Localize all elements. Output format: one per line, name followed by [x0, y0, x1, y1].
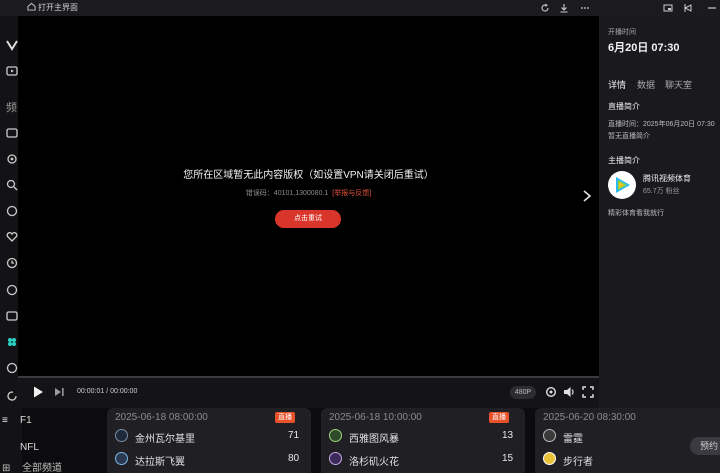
match-team-row: 金州瓦尔基里 71 — [115, 428, 319, 445]
sidebar-item-all-channels[interactable]: ⊞ 全部频道 — [2, 459, 62, 473]
player-controls: 00:00:01 / 00:00:00 480P — [18, 376, 599, 408]
reserve-button[interactable]: 预约 — [690, 437, 720, 455]
match-card[interactable]: 2025-06-18 08:00:00 直播 金州瓦尔基里 71 达拉斯飞翼 8… — [107, 408, 311, 473]
refresh-channel-icon[interactable] — [5, 389, 19, 403]
basketball-icon[interactable] — [5, 361, 19, 375]
tab-chatroom[interactable]: 聊天室 — [665, 78, 692, 91]
volume-icon[interactable] — [562, 385, 576, 399]
mascot-icon[interactable] — [5, 204, 19, 218]
host-description: 精彩体育看我就行 — [608, 210, 664, 217]
pin-icon[interactable] — [683, 3, 693, 13]
vip-icon[interactable] — [5, 38, 19, 52]
settings-gear-icon[interactable] — [544, 385, 558, 399]
search-icon[interactable] — [5, 178, 19, 192]
error-code: 错误码：40101,1300080.1 — [245, 190, 329, 197]
match-time: 2025-06-20 08:30:00 — [543, 412, 636, 423]
match-team-row: 洛杉矶火花 15 — [329, 451, 533, 468]
clock-icon[interactable] — [5, 256, 19, 270]
chevron-right-icon[interactable] — [581, 189, 593, 203]
retry-button[interactable]: 点击重试 — [275, 210, 341, 228]
live-badge: 直播 — [275, 412, 295, 423]
report-feedback-link[interactable]: [举报与反馈] — [332, 190, 371, 197]
tab-details[interactable]: 详情 — [608, 78, 626, 91]
minimize-icon[interactable] — [707, 3, 717, 13]
sidebar-item-all-label: 全部频道 — [22, 463, 62, 473]
team-score: 80 — [288, 453, 300, 464]
pip-icon[interactable] — [663, 3, 673, 13]
team-score: 15 — [502, 453, 514, 464]
sidebar-partial-label: 频 — [6, 102, 17, 114]
host-avatar[interactable] — [608, 171, 636, 199]
team-name: 西雅图风暴 — [349, 434, 399, 445]
detail-panel: 开播时间 6月20日 07:30 详情 数据 聊天室 直播简介 直播时间：202… — [599, 16, 720, 408]
team-logo-icon — [543, 452, 556, 465]
team-score: 71 — [288, 430, 300, 441]
progress-bar[interactable] — [18, 376, 599, 378]
team-name: 步行者 — [563, 457, 593, 468]
team-logo-icon — [329, 429, 342, 442]
open-main-window-button[interactable]: 打开主界面 — [27, 2, 78, 13]
host-name[interactable]: 腾讯视频体育 — [643, 173, 691, 184]
error-code-line: 错误码：40101,1300080.1 [举报与反馈] — [18, 188, 599, 198]
team-name: 达拉斯飞翼 — [135, 457, 185, 468]
match-team-row: 西雅图风暴 13 — [329, 428, 533, 445]
video-icon[interactable] — [5, 64, 19, 78]
video-player[interactable]: 您所在区域暂无此内容版权（如设置VPN请关闭后重试） 错误码：40101,130… — [18, 16, 599, 376]
team-logo-icon — [115, 429, 128, 442]
live-intro-title: 直播简介 — [608, 102, 640, 111]
player-topbar: 打开主界面 — [0, 0, 720, 16]
match-team-row: 达拉斯飞翼 80 — [115, 451, 319, 468]
sports-icon[interactable] — [5, 335, 19, 349]
tv-icon[interactable] — [5, 126, 19, 140]
settings-icon[interactable] — [5, 152, 19, 166]
error-message: 您所在区域暂无此内容版权（如设置VPN请关闭后重试） — [183, 170, 434, 181]
play-icon[interactable] — [31, 385, 45, 399]
open-main-window-label: 打开主界面 — [38, 3, 78, 12]
team-score: 13 — [502, 430, 514, 441]
all-channels-icon: ⊞ — [2, 463, 11, 473]
next-episode-icon[interactable] — [52, 385, 66, 399]
time-display: 00:00:01 / 00:00:00 — [77, 388, 138, 395]
host-intro-title: 主播简介 — [608, 156, 640, 165]
home-icon — [27, 2, 36, 11]
tab-data[interactable]: 数据 — [637, 78, 655, 91]
history-icon[interactable] — [5, 283, 19, 297]
start-time: 6月20日 07:30 — [608, 42, 680, 54]
sidebar-item-nfl[interactable]: NFL — [2, 442, 39, 453]
team-logo-icon — [329, 452, 342, 465]
host-fans: 65.7万 粉丝 — [643, 188, 680, 195]
refresh-icon[interactable] — [540, 3, 550, 13]
sidebar-item-nfl-label: NFL — [20, 442, 39, 453]
more-icon[interactable] — [580, 3, 590, 13]
download-icon[interactable] — [559, 3, 569, 13]
fullscreen-icon[interactable] — [581, 385, 595, 399]
team-logo-icon — [543, 429, 556, 442]
start-time-label: 开播时间 — [608, 29, 636, 36]
heart-icon[interactable] — [5, 230, 19, 244]
live-intro-text: 暂无直播简介 — [608, 133, 650, 140]
team-name: 洛杉矶火花 — [349, 457, 399, 468]
live-time: 直播时间：2025年06月20日 07:30 — [608, 121, 715, 128]
quality-selector[interactable]: 480P — [510, 386, 536, 399]
sidebar-item-f1-label: F1 — [20, 415, 32, 426]
team-name: 金州瓦尔基里 — [135, 434, 195, 445]
f1-logo-icon: ≡ — [2, 415, 8, 426]
sidebar-item-f1[interactable]: ≡ F1 — [2, 415, 42, 426]
team-name: 雷霆 — [563, 434, 583, 445]
team-logo-icon — [115, 452, 128, 465]
match-card[interactable]: 2025-06-18 10:00:00 直播 西雅图风暴 13 洛杉矶火花 15 — [321, 408, 525, 473]
screen-icon[interactable] — [5, 309, 19, 323]
match-time: 2025-06-18 08:00:00 — [115, 412, 208, 423]
live-badge: 直播 — [489, 412, 509, 423]
match-time: 2025-06-18 10:00:00 — [329, 412, 422, 423]
